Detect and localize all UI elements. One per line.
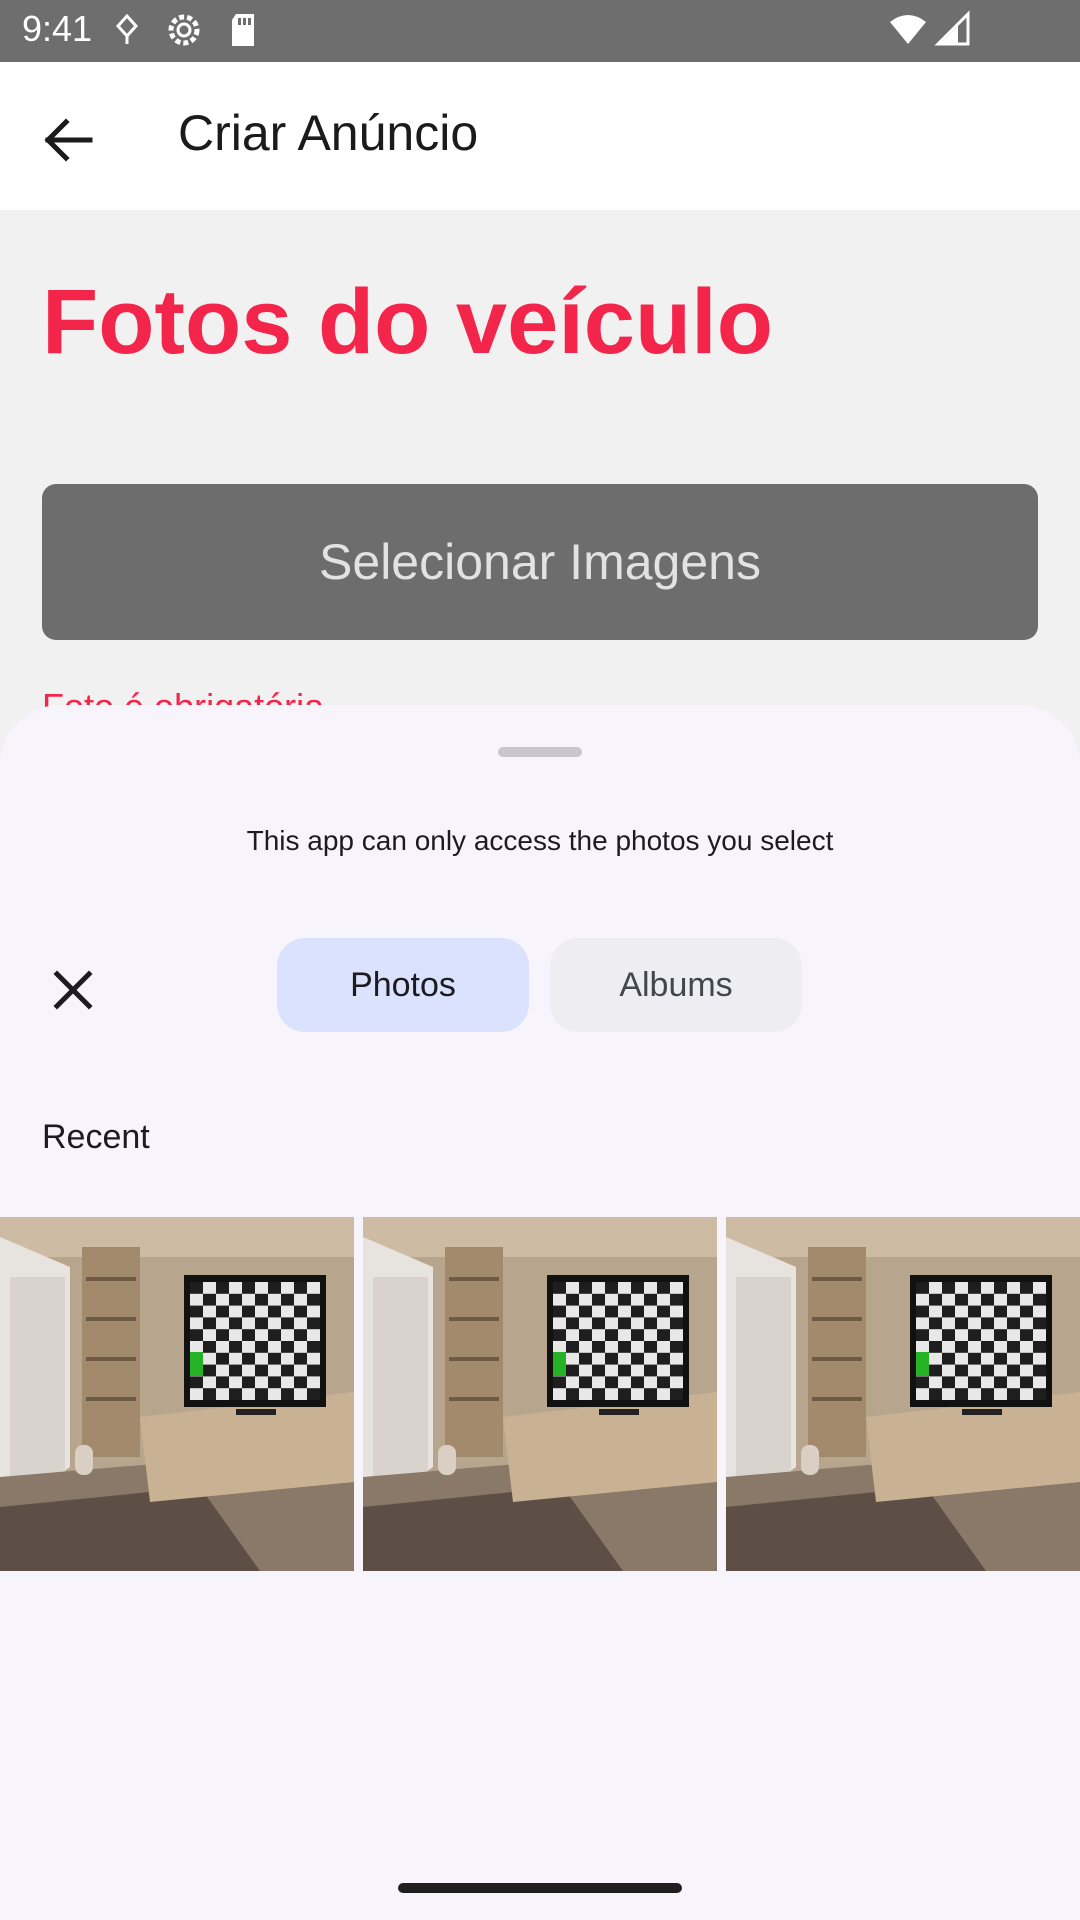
gesture-nav-handle[interactable] <box>398 1883 682 1893</box>
photo-image <box>0 1217 354 1571</box>
settings-gear-icon <box>164 10 204 55</box>
arrow-back-icon <box>44 118 93 162</box>
recent-section-label: Recent <box>42 1118 150 1156</box>
cellular-signal-icon <box>934 10 970 55</box>
photo-thumbnail[interactable] <box>726 1217 1080 1571</box>
photo-thumbnail[interactable] <box>363 1217 717 1571</box>
tab-photos[interactable]: Photos <box>277 938 529 1032</box>
page-title: Criar Anúncio <box>178 105 479 161</box>
app-bar: Criar Anúncio <box>0 62 1080 210</box>
close-picker-button[interactable] <box>40 957 106 1023</box>
photo-image <box>726 1217 1080 1571</box>
sheet-drag-handle[interactable] <box>498 747 582 757</box>
photo-image <box>363 1217 717 1571</box>
wifi-icon <box>888 10 928 55</box>
status-bar: 9:41 <box>0 0 1080 62</box>
tab-albums[interactable]: Albums <box>550 938 802 1032</box>
back-button[interactable] <box>30 102 106 178</box>
select-images-button[interactable]: Selecionar Imagens <box>42 484 1038 640</box>
data-saver-icon <box>112 10 142 55</box>
sd-card-icon <box>228 10 258 55</box>
photo-picker-sheet: This app can only access the photos you … <box>0 705 1080 1920</box>
close-icon <box>53 970 93 1010</box>
status-time: 9:41 <box>22 8 93 49</box>
access-notice: This app can only access the photos you … <box>246 825 834 856</box>
vehicle-photos-heading: Fotos do veículo <box>42 271 773 373</box>
photo-thumbnail[interactable] <box>0 1217 354 1571</box>
